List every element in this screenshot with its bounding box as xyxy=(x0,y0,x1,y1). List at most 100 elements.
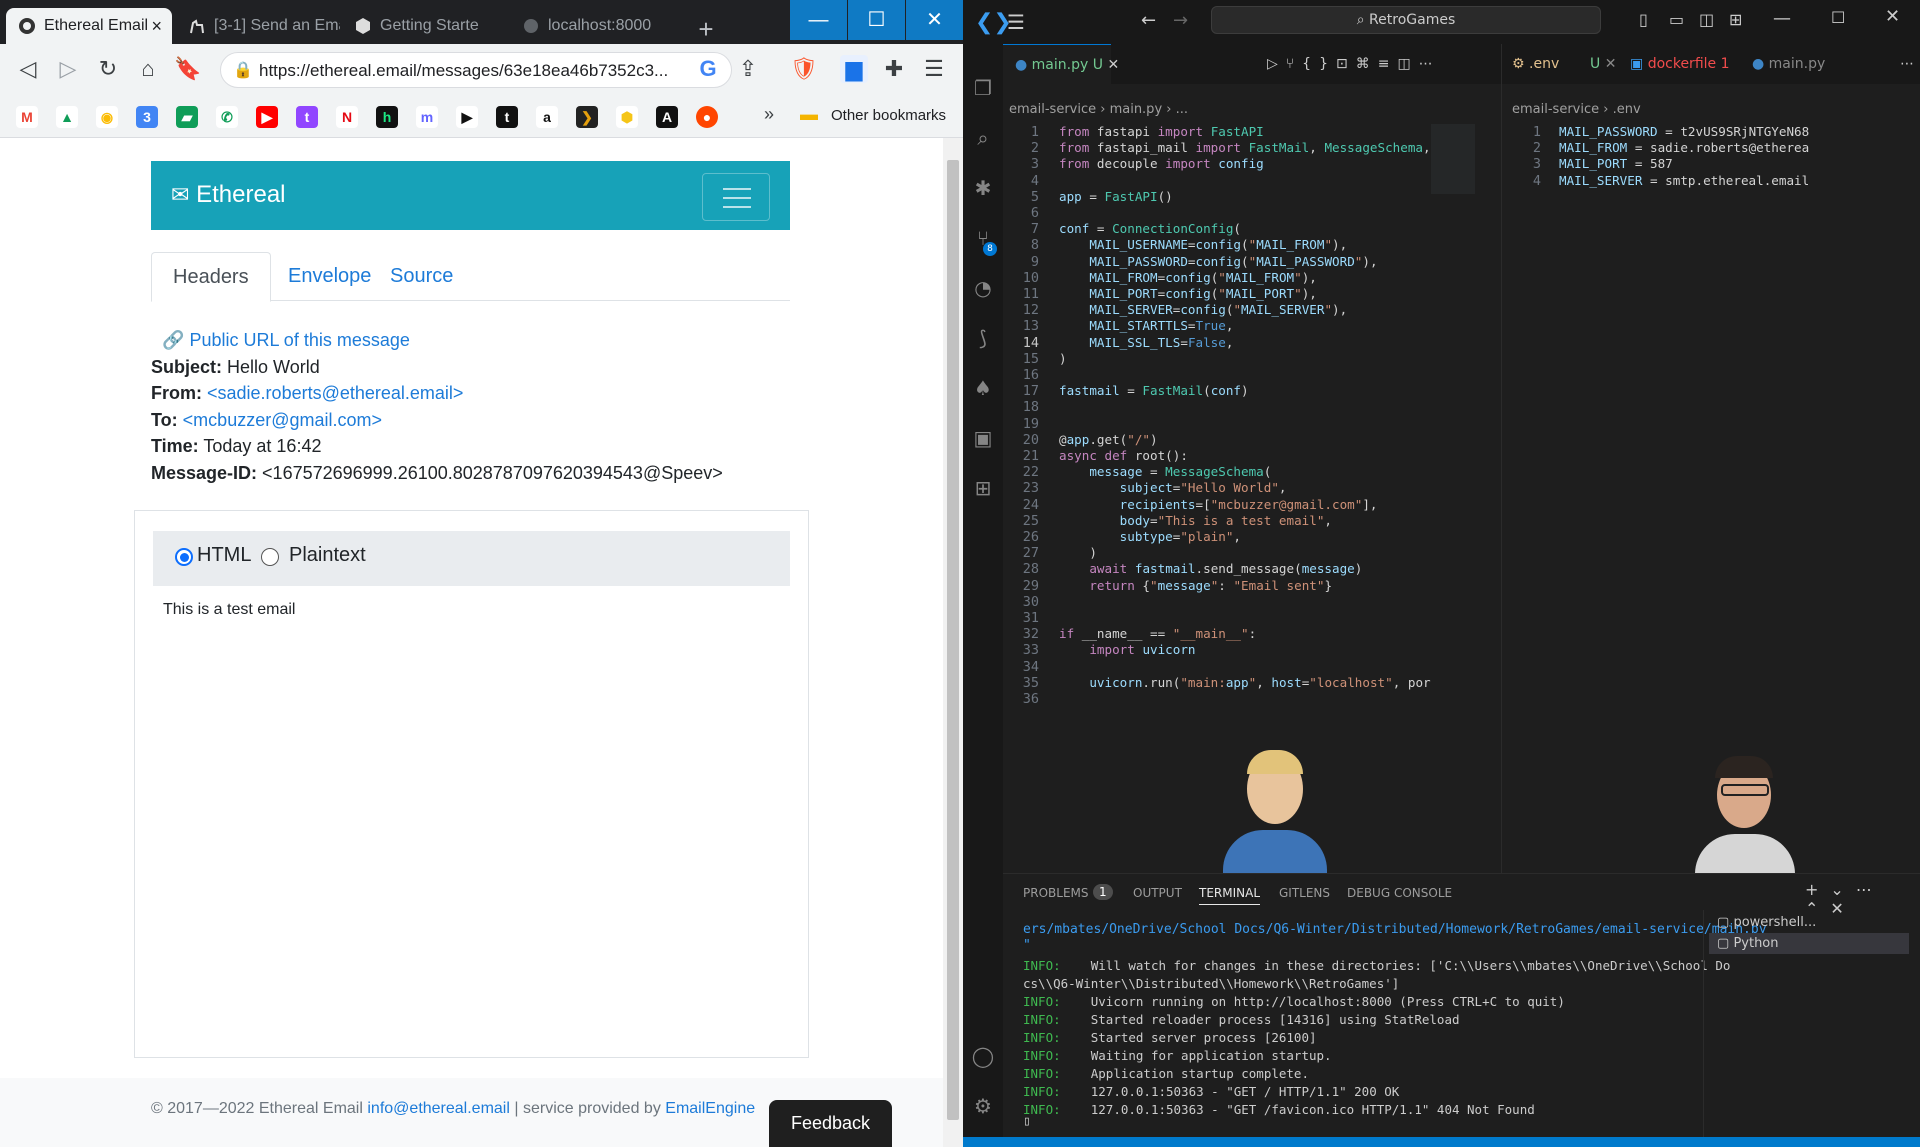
explorer-icon[interactable]: ❐ xyxy=(971,76,995,100)
extensions-icon[interactable]: ⊞ xyxy=(971,476,995,500)
tab-getting-started[interactable]: Getting Starte xyxy=(342,8,506,44)
vscode-minimize-button[interactable]: — xyxy=(1773,8,1791,29)
toggle-panel-icon[interactable]: ▭ xyxy=(1669,10,1684,29)
vscode-maximize-button[interactable]: ☐ xyxy=(1831,8,1845,27)
tab-dockerfile[interactable]: ▣ dockerfile 1 xyxy=(1630,44,1730,84)
email-body: This is a test email xyxy=(163,601,296,618)
minimize-button[interactable]: — xyxy=(790,0,847,40)
tab-env[interactable]: ⚙ .env xyxy=(1512,44,1559,84)
tab-main-py-2[interactable]: ● main.py xyxy=(1752,44,1825,84)
chat-icon[interactable]: ▰ xyxy=(176,106,198,128)
navbar-toggler-button[interactable] xyxy=(702,173,770,221)
footer-email-link[interactable]: info@ethereal.email xyxy=(367,1100,510,1117)
reload-icon[interactable]: ↻ xyxy=(94,55,122,83)
vscode-close-button[interactable]: ✕ xyxy=(1885,6,1900,27)
docker-icon[interactable]: ▣ xyxy=(971,426,995,450)
timeline-icon[interactable]: ◔ xyxy=(971,276,995,300)
code-editor-main[interactable]: 1 from fastapi import FastAPI 2 from fastap… xyxy=(1003,124,1431,724)
google-icon[interactable]: G xyxy=(694,55,722,83)
drive-icon[interactable]: ▲ xyxy=(56,106,78,128)
panel-tab-problems[interactable]: PROBLEMS xyxy=(1023,886,1089,900)
share-icon[interactable]: ⇪ xyxy=(734,55,762,83)
breadcrumb[interactable]: email-service › main.py › ... xyxy=(1009,102,1188,117)
chrome-icon[interactable]: ◉ xyxy=(96,106,118,128)
tab-source[interactable]: Source xyxy=(369,252,474,301)
debug-icon[interactable]: ✱ xyxy=(971,176,995,200)
panel-tab-terminal[interactable]: TERMINAL xyxy=(1199,886,1261,905)
close-window-button[interactable]: ✕ xyxy=(906,0,963,40)
close-tab-icon[interactable]: ✕ xyxy=(1107,57,1119,73)
terminal-python[interactable]: ▢ Python xyxy=(1709,933,1909,954)
minimap[interactable] xyxy=(1431,124,1475,194)
plex-icon[interactable]: ❯ xyxy=(576,106,598,128)
gmail-icon[interactable]: M xyxy=(16,106,38,128)
toggle-secondary-sidebar-icon[interactable]: ◫ xyxy=(1699,10,1714,29)
more-actions-icon[interactable]: ⋯ xyxy=(1900,44,1914,84)
panel-tab-debug-console[interactable]: DEBUG CONSOLE xyxy=(1347,886,1452,900)
brave-shield-icon[interactable]: 🛡 xyxy=(790,55,818,83)
code-editor-env[interactable]: 1 MAIL_PASSWORD = t2vUS9SRjNTGYeN68 2 MAIL_… xyxy=(1505,124,1920,224)
amazon-icon[interactable]: a xyxy=(536,106,558,128)
account-icon[interactable]: ◯ xyxy=(971,1044,995,1068)
hulu-icon[interactable]: h xyxy=(376,106,398,128)
phone-icon[interactable]: ✆ xyxy=(216,106,238,128)
tab-headers[interactable]: Headers xyxy=(151,252,271,302)
netflix-icon[interactable]: N xyxy=(336,106,358,128)
nav-forward-icon[interactable]: → xyxy=(1173,10,1188,31)
log-message: Started reloader process [14316] using S… xyxy=(1060,1012,1460,1027)
address-bar[interactable]: 🔒 https://ethereal.email/messages/63e18e… xyxy=(220,52,732,88)
bookmarks-overflow-button[interactable]: » xyxy=(764,104,774,125)
editor-actions[interactable]: ▷⑂{}⊡⌘≡◫⋯ xyxy=(1267,56,1441,72)
plaintext-radio[interactable] xyxy=(261,548,279,566)
close-tab-icon[interactable]: ✕ xyxy=(1605,56,1617,72)
tab-localhost[interactable]: localhost:8000 xyxy=(510,8,680,44)
panel-tab-output[interactable]: OUTPUT xyxy=(1133,886,1182,900)
tumblr-icon[interactable]: t xyxy=(496,106,518,128)
plaintext-label[interactable]: Plaintext xyxy=(289,544,366,567)
bitwarden-icon[interactable]: ⬢ xyxy=(616,106,638,128)
tab-send-an-email[interactable]: [3-1] Send an Ema xyxy=(176,8,340,44)
other-bookmarks[interactable]: Other bookmarks xyxy=(831,107,946,124)
tab-ethereal-email[interactable]: Ethereal Email × xyxy=(6,8,172,44)
forward-icon[interactable]: ▷ xyxy=(54,55,82,83)
twitch-icon[interactable]: t xyxy=(296,106,318,128)
settings-gear-icon[interactable]: ⚙ xyxy=(971,1094,995,1118)
toggle-sidebar-icon[interactable]: ▯ xyxy=(1639,10,1648,29)
customize-layout-icon[interactable]: ⊞ xyxy=(1729,10,1742,29)
feedback-button[interactable]: Feedback xyxy=(769,1100,892,1147)
reddit-icon[interactable]: ● xyxy=(696,106,718,128)
mongodb-icon[interactable]: ♠ xyxy=(971,376,995,400)
from-value[interactable]: <sadie.roberts@ethereal.email> xyxy=(207,383,463,403)
html-label[interactable]: HTML xyxy=(197,544,251,567)
mastodon-icon[interactable]: m xyxy=(416,106,438,128)
breadcrumb-env[interactable]: email-service › .env xyxy=(1512,102,1641,117)
back-icon[interactable]: ◁ xyxy=(14,55,42,83)
panel-tab-gitlens[interactable]: GITLENS xyxy=(1279,886,1330,900)
youtube-icon[interactable]: ▶ xyxy=(256,106,278,128)
public-url-link[interactable]: 🔗 Public URL of this message xyxy=(162,330,410,351)
extensions-puzzle-icon[interactable]: ✚ xyxy=(880,55,908,83)
footer-emailengine-link[interactable]: EmailEngine xyxy=(665,1100,755,1117)
menu-icon[interactable]: ☰ xyxy=(1007,10,1025,34)
a-icon[interactable]: A xyxy=(656,106,678,128)
menu-icon[interactable]: ☰ xyxy=(920,55,948,83)
page-scrollbar[interactable] xyxy=(943,138,963,1147)
search-view-icon[interactable]: ⌕ xyxy=(971,126,995,150)
terminal-powershell[interactable]: ▢ powershell... xyxy=(1709,912,1909,933)
code-line: recipients=["mcbuzzer@gmail.com"], xyxy=(1119,496,1378,512)
command-center[interactable]: ⌕ RetroGames xyxy=(1211,6,1601,34)
home-icon[interactable]: ⌂ xyxy=(134,55,162,83)
tab-main-py[interactable]: ● main.py U ✕ xyxy=(1003,44,1119,84)
to-value[interactable]: <mcbuzzer@gmail.com> xyxy=(183,410,382,430)
nav-back-icon[interactable]: ← xyxy=(1141,10,1156,31)
ethereal-brand[interactable]: ✉ Ethereal xyxy=(171,181,286,209)
close-tab-icon[interactable]: × xyxy=(151,16,162,37)
play-icon[interactable]: ▶ xyxy=(456,106,478,128)
bookmark-icon[interactable]: 🔖 xyxy=(174,55,202,83)
python-icon[interactable]: ⟆ xyxy=(971,326,995,350)
extension-icon[interactable]: ▆ xyxy=(840,55,868,83)
maximize-button[interactable]: ☐ xyxy=(848,0,905,40)
calendar-icon[interactable]: 3 xyxy=(136,106,158,128)
new-tab-button[interactable]: + xyxy=(692,16,720,44)
html-radio[interactable] xyxy=(175,548,193,566)
